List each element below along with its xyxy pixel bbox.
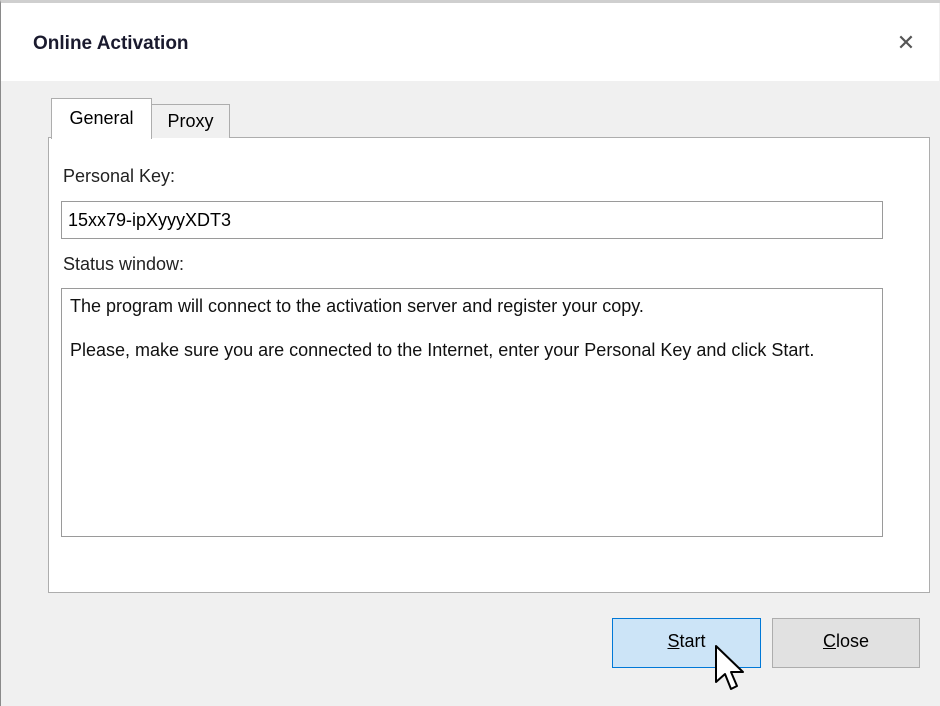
status-line: The program will connect to the activati… <box>70 296 644 316</box>
tab-proxy[interactable]: Proxy <box>151 104 230 138</box>
status-window-label: Status window: <box>63 254 185 274</box>
close-button[interactable]: Close <box>772 618 920 668</box>
start-button-label: tart <box>679 631 706 651</box>
start-button[interactable]: Start <box>612 618 761 668</box>
personal-key-input[interactable] <box>61 201 883 239</box>
status-line: Please, make sure you are connected to t… <box>70 340 815 360</box>
title-bar: Online Activation ✕ <box>1 3 939 81</box>
personal-key-label: Personal Key: <box>63 166 176 186</box>
close-icon[interactable]: ✕ <box>891 29 921 59</box>
status-window[interactable]: The program will connect to the activati… <box>61 288 883 537</box>
dialog-title: Online Activation <box>33 33 189 54</box>
close-button-mnemonic: C <box>822 631 836 651</box>
start-button-mnemonic: S <box>667 631 680 651</box>
tab-general[interactable]: General <box>51 98 152 139</box>
online-activation-dialog: Online Activation ✕ General Proxy Person… <box>0 0 940 706</box>
close-button-label: lose <box>835 631 870 651</box>
